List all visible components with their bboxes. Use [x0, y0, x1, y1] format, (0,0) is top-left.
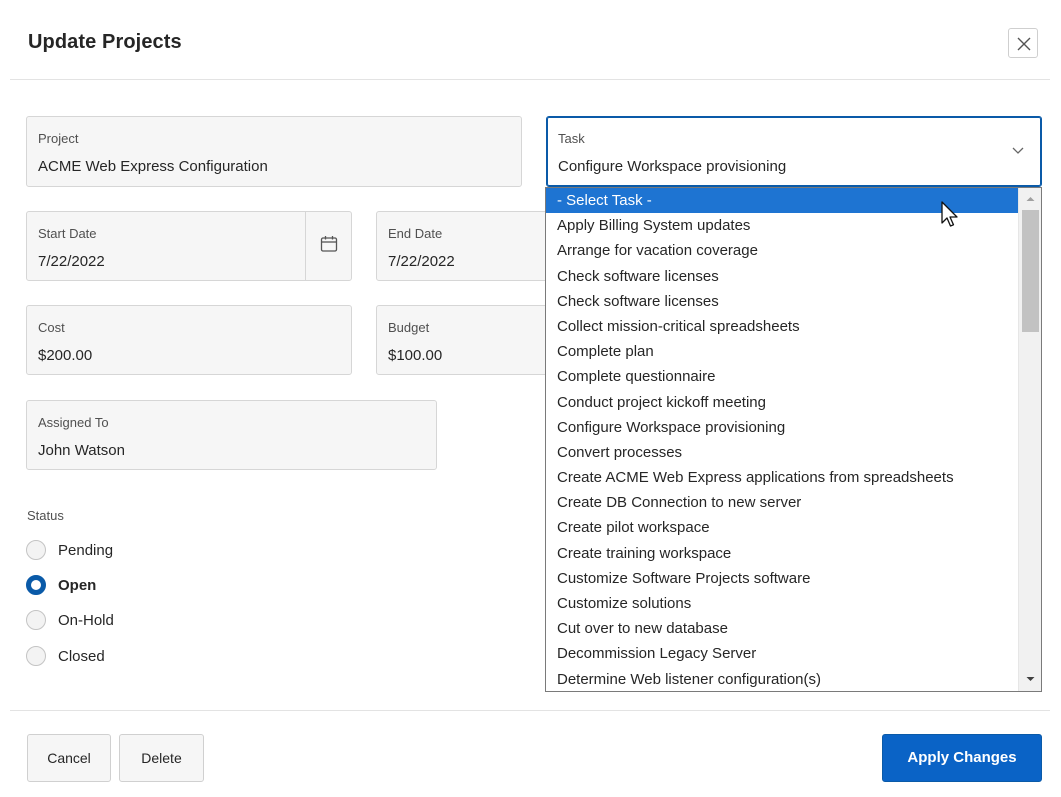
task-value: Configure Workspace provisioning	[558, 158, 787, 175]
radio-label-closed: Closed	[58, 648, 105, 665]
project-value: ACME Web Express Configuration	[38, 158, 268, 175]
radio-circle[interactable]	[26, 646, 46, 666]
cost-field[interactable]: Cost $200.00	[26, 305, 352, 375]
assigned-to-field[interactable]: Assigned To John Watson	[26, 400, 437, 470]
task-option[interactable]: Conduct project kickoff meeting	[546, 390, 1018, 415]
budget-label: Budget	[388, 320, 430, 335]
start-date-field[interactable]: Start Date 7/22/2022	[26, 211, 352, 281]
budget-field[interactable]: Budget $100.00	[376, 305, 556, 375]
status-label: Status	[27, 508, 64, 523]
end-date-label: End Date	[388, 226, 443, 241]
radio-circle[interactable]	[26, 610, 46, 630]
task-option[interactable]: Create ACME Web Express applications fro…	[546, 465, 1018, 490]
assigned-to-label: Assigned To	[38, 415, 109, 430]
task-label: Task	[558, 131, 585, 146]
task-option[interactable]: Cut over to new database	[546, 616, 1018, 641]
task-options: - Select Task - Apply Billing System upd…	[546, 188, 1018, 691]
cancel-button[interactable]: Cancel	[27, 734, 111, 782]
task-option[interactable]: Create pilot workspace	[546, 515, 1018, 540]
task-option[interactable]: Configure Workspace provisioning	[546, 415, 1018, 440]
scrollbar-thumb[interactable]	[1022, 210, 1039, 332]
task-option[interactable]: Decommission Legacy Server	[546, 641, 1018, 666]
radio-label-open: Open	[58, 577, 97, 594]
task-option[interactable]: Customize solutions	[546, 591, 1018, 616]
close-button[interactable]	[1008, 28, 1038, 58]
close-icon	[1017, 37, 1031, 51]
apply-changes-button[interactable]: Apply Changes	[882, 734, 1042, 782]
scroll-down-button[interactable]	[1019, 670, 1041, 688]
project-field[interactable]: Project ACME Web Express Configuration	[26, 116, 522, 187]
task-option[interactable]: Customize Software Projects software	[546, 566, 1018, 591]
scroll-up-arrow-icon	[1026, 197, 1035, 201]
chevron-down-icon	[1012, 147, 1024, 154]
task-option[interactable]: Convert processes	[546, 440, 1018, 465]
scroll-up-button[interactable]	[1019, 190, 1041, 208]
budget-value: $100.00	[388, 347, 443, 364]
end-date-value: 7/22/2022	[388, 253, 455, 270]
radio-label-on-hold: On-Hold	[58, 612, 114, 629]
radio-circle-checked[interactable]	[26, 575, 46, 595]
task-option[interactable]: Complete questionnaire	[546, 364, 1018, 389]
dropdown-scrollbar[interactable]	[1018, 188, 1041, 691]
task-option[interactable]: Arrange for vacation coverage	[546, 238, 1018, 263]
task-option[interactable]: Check software licenses	[546, 289, 1018, 314]
task-option[interactable]: Create DB Connection to new server	[546, 490, 1018, 515]
radio-label-pending: Pending	[58, 542, 114, 559]
dialog-header: Update Projects	[10, 0, 1050, 80]
cost-label: Cost	[38, 320, 65, 335]
task-dropdown-list[interactable]: - Select Task - Apply Billing System upd…	[545, 187, 1042, 692]
task-option[interactable]: Create training workspace	[546, 541, 1018, 566]
task-select[interactable]: Task Configure Workspace provisioning	[546, 116, 1042, 187]
start-date-label: Start Date	[38, 226, 97, 241]
end-date-field[interactable]: End Date 7/22/2022	[376, 211, 556, 281]
dialog-footer	[10, 710, 1050, 711]
task-option[interactable]: Collect mission-critical spreadsheets	[546, 314, 1018, 339]
task-option[interactable]: Determine Web listener configuration(s)	[546, 667, 1018, 691]
mouse-cursor-icon	[941, 201, 958, 227]
task-option[interactable]: Check software licenses	[546, 264, 1018, 289]
update-projects-dialog: Update Projects Project ACME Web Express…	[0, 0, 1061, 797]
radio-circle[interactable]	[26, 540, 46, 560]
calendar-button[interactable]	[305, 211, 352, 281]
task-option[interactable]: Complete plan	[546, 339, 1018, 364]
delete-button[interactable]: Delete	[119, 734, 204, 782]
project-label: Project	[38, 131, 79, 146]
assigned-to-value: John Watson	[38, 442, 125, 459]
scroll-down-arrow-icon	[1026, 677, 1035, 681]
calendar-icon	[320, 236, 338, 252]
dialog-title: Update Projects	[28, 31, 182, 53]
start-date-value: 7/22/2022	[38, 253, 105, 270]
cost-value: $200.00	[38, 347, 93, 364]
